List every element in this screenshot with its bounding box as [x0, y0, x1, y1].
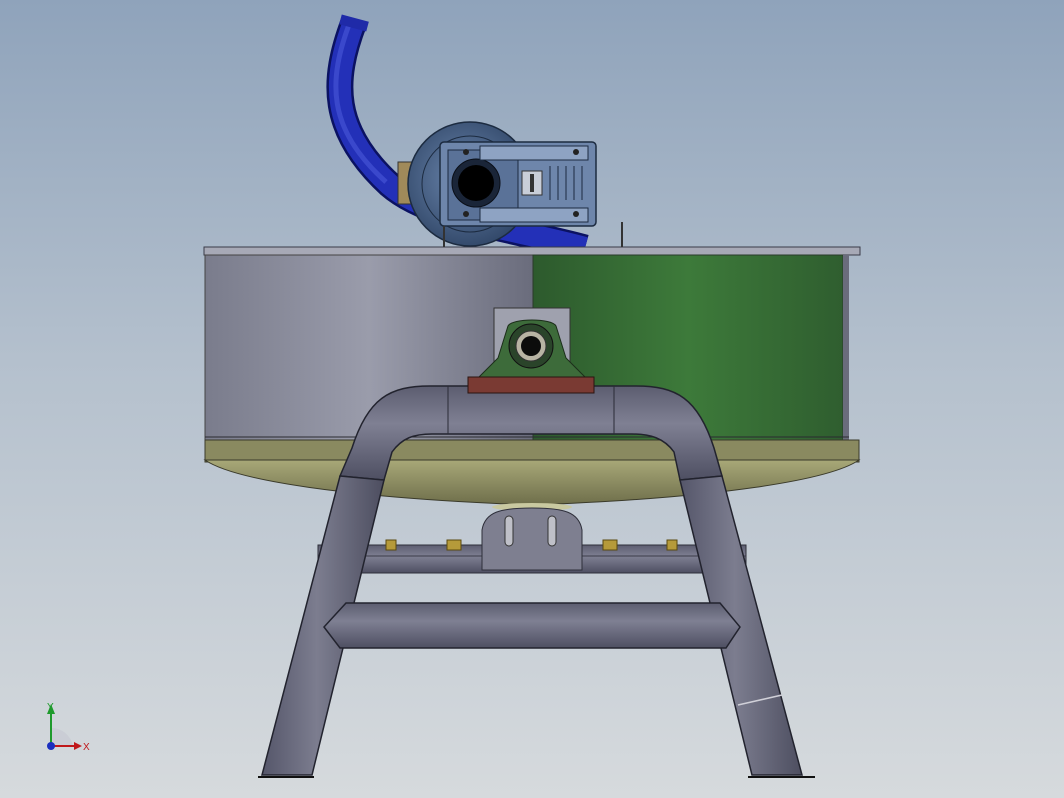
z-axis-dot	[47, 742, 55, 750]
y-axis-label: Y	[47, 702, 54, 713]
cad-viewport[interactable]: Y X	[0, 0, 1064, 798]
orientation-triad[interactable]: Y X	[47, 702, 90, 753]
center-bracket	[481, 507, 583, 571]
spray-bar[interactable]	[317, 507, 747, 574]
x-axis-label: X	[83, 742, 90, 753]
cad-model-view[interactable]: Y X	[0, 0, 1064, 798]
motor-gearbox[interactable]	[397, 121, 623, 247]
